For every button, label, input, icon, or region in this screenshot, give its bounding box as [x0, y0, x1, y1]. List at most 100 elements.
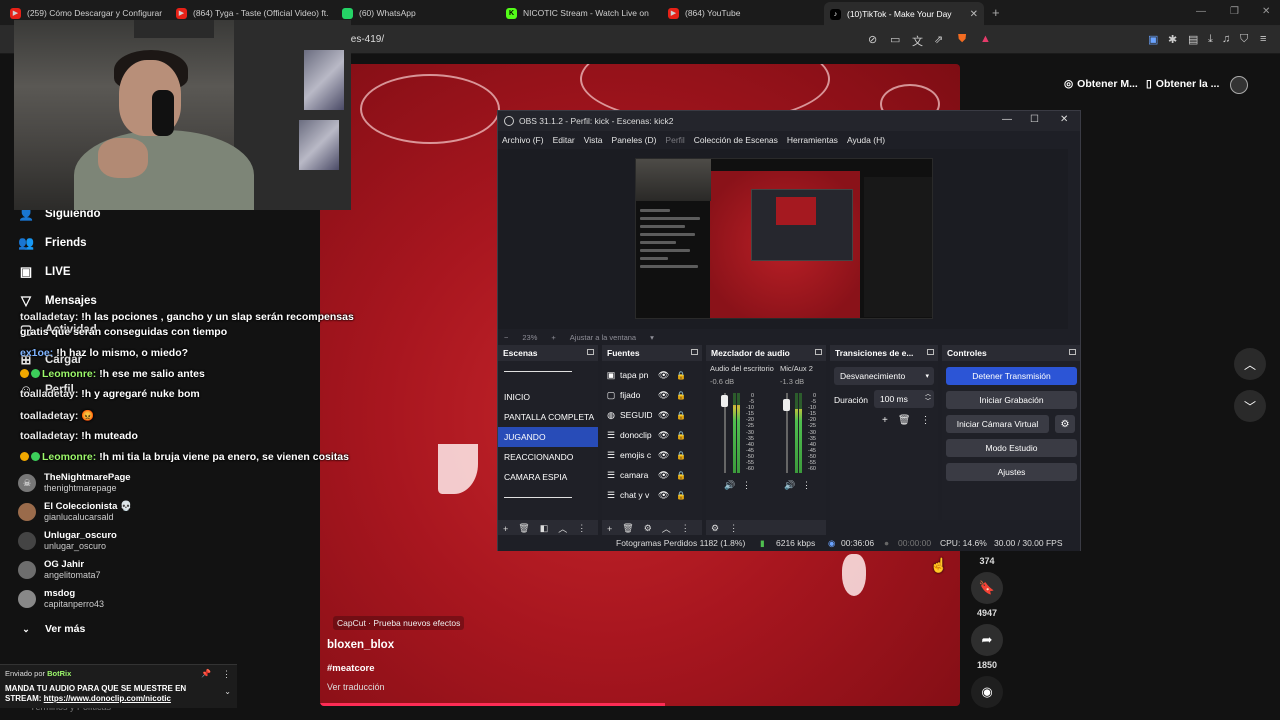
- spinner-icon[interactable]: ︿ ﹀: [925, 392, 931, 406]
- more-icon[interactable]: ⋮: [577, 523, 586, 534]
- extensions-icon[interactable]: ✱: [1168, 33, 1177, 46]
- following-account[interactable]: Unlugar_oscuro unlugar_oscuro: [18, 530, 117, 552]
- video-hashtag[interactable]: #meatcore: [327, 663, 375, 674]
- screen-icon[interactable]: ▭: [890, 33, 900, 46]
- more-icon[interactable]: ⋮: [921, 415, 931, 426]
- start-virtual-camera-button[interactable]: Iniciar Cámara Virtual: [946, 415, 1049, 433]
- source-settings-icon[interactable]: ⚙: [644, 523, 652, 534]
- fit-dropdown-icon[interactable]: ▾: [650, 333, 654, 342]
- speaker-icon[interactable]: 🔊: [724, 480, 735, 491]
- fit-window[interactable]: Ajustar a la ventana: [570, 333, 636, 342]
- undock-icon[interactable]: [927, 349, 934, 355]
- scene-item[interactable]: CAMARA ESPIA: [498, 467, 598, 487]
- source-item[interactable]: ☰ donoclip 👁 🔒: [602, 425, 702, 445]
- mixer-settings-icon[interactable]: ⚙: [711, 523, 719, 534]
- sidebar-item-friends[interactable]: 👥 Friends: [18, 235, 87, 251]
- next-video-button[interactable]: ﹀: [1234, 390, 1266, 422]
- minimize-icon[interactable]: —: [1002, 114, 1012, 125]
- remove-transition-icon[interactable]: 🗑: [898, 415, 911, 426]
- add-scene-icon[interactable]: +: [503, 524, 508, 534]
- source-item[interactable]: ☰ chat y v 👁 🔒: [602, 485, 702, 505]
- previous-video-button[interactable]: ︿: [1234, 348, 1266, 380]
- visibility-icon[interactable]: 👁: [658, 370, 669, 381]
- following-account[interactable]: ☠ TheNightmarePage thenightmarepage: [18, 472, 131, 494]
- add-transition-icon[interactable]: +: [882, 415, 888, 426]
- translate-icon[interactable]: 文: [912, 33, 923, 49]
- lock-icon[interactable]: 🔒: [676, 391, 686, 400]
- virtual-camera-settings-button[interactable]: ⚙: [1055, 415, 1075, 433]
- menu-file[interactable]: Archivo (F): [502, 135, 544, 145]
- tab-youtube-3[interactable]: ▶ (864) YouTube: [662, 3, 822, 23]
- chevron-down-icon[interactable]: ⌄: [224, 687, 231, 696]
- menu-scene-collection[interactable]: Colección de Escenas: [694, 135, 778, 145]
- music-disc-button[interactable]: ◉: [971, 676, 1003, 708]
- undock-icon[interactable]: [1069, 349, 1076, 355]
- share-button[interactable]: ➦: [971, 624, 1003, 656]
- following-account[interactable]: OG Jahir angelitomata7: [18, 559, 101, 581]
- more-icon[interactable]: ⋮: [729, 523, 738, 534]
- move-up-icon[interactable]: ︿: [558, 522, 567, 535]
- profile-avatar[interactable]: [1230, 76, 1248, 94]
- extension-translate-icon[interactable]: ▣: [1148, 33, 1158, 46]
- scene-item[interactable]: REACCIONANDO: [498, 447, 598, 467]
- zoom-in-icon[interactable]: +: [551, 333, 555, 342]
- no-translate-icon[interactable]: ⊘: [868, 33, 877, 46]
- source-item[interactable]: ▣ tapa pn 👁 🔒: [602, 365, 702, 385]
- lock-icon[interactable]: 🔒: [676, 371, 686, 380]
- move-up-icon[interactable]: ︿: [662, 522, 671, 535]
- menu-docks[interactable]: Paneles (D): [612, 135, 657, 145]
- get-app-button[interactable]: ◎ Obtener M...: [1064, 78, 1138, 90]
- video-author[interactable]: bloxen_blox: [327, 639, 394, 651]
- video-progress-bar[interactable]: [320, 703, 665, 706]
- more-icon[interactable]: ⋮: [742, 480, 751, 491]
- visibility-icon[interactable]: 👁: [658, 490, 669, 501]
- stop-streaming-button[interactable]: Detener Transmisión: [946, 367, 1077, 385]
- get-desktop-button[interactable]: ▯ Obtener la ...: [1146, 78, 1219, 90]
- tab-whatsapp[interactable]: (60) WhatsApp: [336, 3, 496, 23]
- donoclip-link[interactable]: https://www.donoclip.com/nicotic: [44, 694, 171, 703]
- undock-icon[interactable]: [691, 349, 698, 355]
- scene-filter-icon[interactable]: ◧: [540, 523, 549, 534]
- source-item[interactable]: ▢ fijado 👁 🔒: [602, 385, 702, 405]
- source-item[interactable]: ◍ SEGUID 👁 🔒: [602, 405, 702, 425]
- following-account[interactable]: msdog capitanperro43: [18, 588, 104, 610]
- music-icon[interactable]: ♫: [1222, 33, 1230, 45]
- remove-source-icon[interactable]: 🗑: [622, 523, 633, 534]
- lock-icon[interactable]: 🔒: [676, 491, 686, 500]
- close-window-icon[interactable]: ✕: [1262, 6, 1270, 17]
- menu-edit[interactable]: Editar: [553, 135, 575, 145]
- scene-item-selected[interactable]: JUGANDO: [498, 427, 598, 447]
- minimize-icon[interactable]: —: [1196, 6, 1206, 17]
- menu-profile[interactable]: Perfil: [665, 135, 684, 145]
- studio-mode-button[interactable]: Modo Estudio: [946, 439, 1077, 457]
- menu-help[interactable]: Ayuda (H): [847, 135, 885, 145]
- vpn-icon[interactable]: ⛉: [1240, 33, 1248, 46]
- tab-kick[interactable]: K NICOTIC Stream - Watch Live on: [500, 3, 660, 23]
- url-text[interactable]: /es-419/: [348, 34, 384, 45]
- close-icon[interactable]: ✕: [1060, 114, 1068, 125]
- lock-icon[interactable]: 🔒: [676, 411, 686, 420]
- remove-scene-icon[interactable]: 🗑: [518, 523, 529, 534]
- duration-input[interactable]: 100 ms ︿ ﹀: [874, 390, 934, 408]
- scene-item[interactable]: PANTALLA COMPLETA: [498, 407, 598, 427]
- close-tab-icon[interactable]: ✕: [970, 9, 978, 20]
- more-icon[interactable]: ⋮: [802, 480, 811, 491]
- visibility-icon[interactable]: 👁: [658, 390, 669, 401]
- brave-shield-icon[interactable]: ⛊: [958, 33, 966, 46]
- bookmark-button[interactable]: 🔖: [971, 572, 1003, 604]
- download-icon[interactable]: ⤓: [1208, 33, 1213, 46]
- settings-button[interactable]: Ajustes: [946, 463, 1077, 481]
- zoom-out-icon[interactable]: −: [504, 333, 508, 342]
- volume-slider-handle[interactable]: [721, 395, 728, 407]
- rewards-icon[interactable]: ▲: [980, 33, 991, 45]
- sidebar-icon[interactable]: ▤: [1188, 33, 1198, 46]
- volume-slider-handle[interactable]: [783, 399, 790, 411]
- visibility-icon[interactable]: 👁: [658, 430, 669, 441]
- following-account[interactable]: El Coleccionista 💀 gianlucalucarsald: [18, 501, 132, 523]
- visibility-icon[interactable]: 👁: [658, 470, 669, 481]
- scene-item[interactable]: INICIO: [498, 387, 598, 407]
- undock-icon[interactable]: [815, 349, 822, 355]
- sidebar-item-messages[interactable]: ▽ Mensajes: [18, 293, 97, 309]
- maximize-icon[interactable]: ☐: [1030, 114, 1039, 125]
- lock-icon[interactable]: 🔒: [676, 431, 686, 440]
